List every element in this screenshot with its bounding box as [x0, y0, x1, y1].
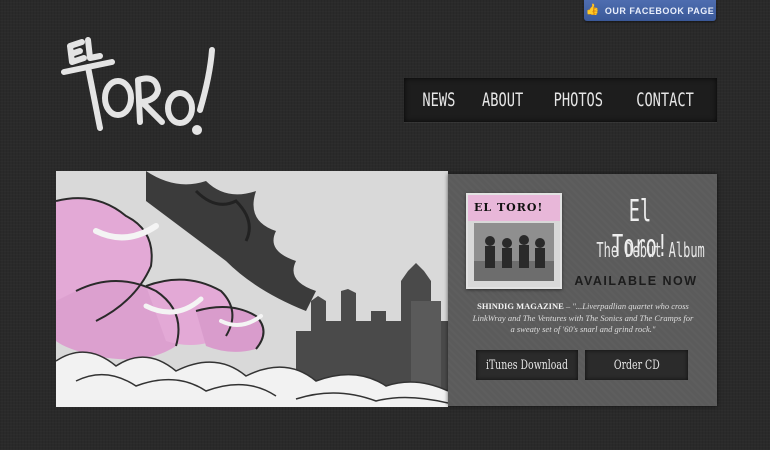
order-cd-label: Order CD	[613, 357, 660, 373]
band-photo	[474, 223, 554, 281]
facebook-page-button[interactable]: 👍 OUR FACEBOOK PAGE	[584, 0, 716, 21]
itunes-download-button[interactable]: iTunes Download	[476, 350, 578, 380]
order-cd-button[interactable]: Order CD	[585, 350, 688, 380]
itunes-download-label: iTunes Download	[486, 357, 569, 373]
cover-title: EL TORO!	[474, 201, 544, 214]
availability-label: AVAILABLE NOW	[574, 274, 698, 288]
nav-contact[interactable]: CONTACT	[636, 89, 694, 111]
quote-source: SHINDIG MAGAZINE	[477, 301, 564, 311]
logo-graphic	[61, 37, 215, 135]
album-promo-panel: EL TORO! El Toro! The Debut Album AVAILA…	[448, 174, 717, 406]
facebook-page-label: OUR FACEBOOK PAGE	[604, 5, 715, 16]
album-title: The Debut Album	[596, 238, 705, 262]
thumbs-up-icon: 👍	[585, 4, 600, 16]
nav-photos[interactable]: PHOTOS	[553, 89, 602, 111]
hero-illustration	[56, 171, 448, 407]
press-quote: SHINDIG MAGAZINE – "...Liverpadlian quar…	[470, 301, 696, 336]
site-logo[interactable]	[60, 36, 225, 141]
album-cover[interactable]: EL TORO!	[466, 193, 562, 289]
main-nav: NEWS ABOUT PHOTOS CONTACT	[404, 78, 717, 122]
nav-about[interactable]: ABOUT	[482, 89, 523, 111]
nav-news[interactable]: NEWS	[423, 89, 456, 111]
